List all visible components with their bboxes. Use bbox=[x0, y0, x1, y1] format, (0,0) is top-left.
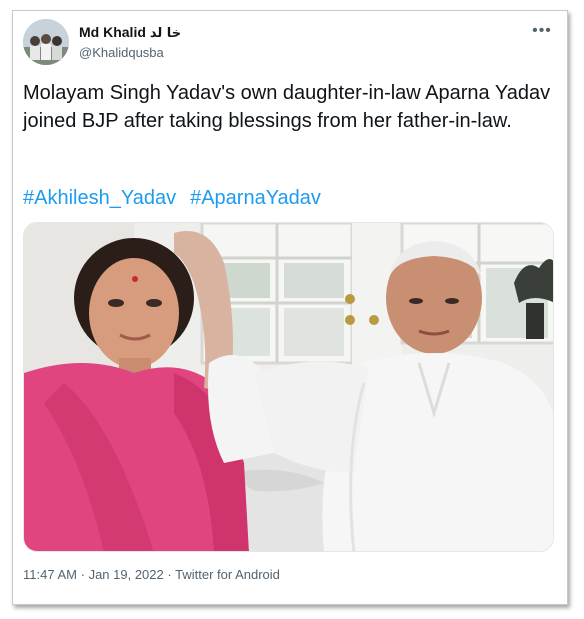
meta-separator-2: · bbox=[167, 567, 172, 582]
meta-separator: · bbox=[80, 567, 85, 582]
more-options-button[interactable]: ••• bbox=[529, 21, 555, 43]
tweet-header: Md Khalid خا لد @Khalidqusba ••• bbox=[23, 19, 557, 67]
tweet-time[interactable]: 11:47 AM bbox=[23, 567, 77, 582]
photo-image bbox=[24, 223, 553, 551]
hashtag-aparna-yadav[interactable]: #AparnaYadav bbox=[190, 187, 321, 209]
ellipsis-icon: ••• bbox=[532, 22, 552, 39]
hashtag-row: #Akhilesh_Yadav #AparnaYadav bbox=[23, 184, 335, 212]
tweet-text: Molayam Singh Yadav's own daughter-in-la… bbox=[23, 82, 551, 132]
hashtag-akhilesh-yadav[interactable]: #Akhilesh_Yadav bbox=[23, 187, 176, 209]
display-name[interactable]: Md Khalid bbox=[79, 24, 146, 40]
user-handle[interactable]: @Khalidqusba bbox=[79, 45, 164, 60]
display-name-urdu[interactable]: خا لد bbox=[150, 26, 181, 41]
avatar[interactable] bbox=[23, 19, 69, 65]
tweet-meta: 11:47 AM · Jan 19, 2022 · Twitter for An… bbox=[23, 567, 280, 582]
tweet-source[interactable]: Twitter for Android bbox=[175, 567, 280, 582]
tweet-photo[interactable] bbox=[23, 222, 554, 552]
name-row: Md Khalid خا لد bbox=[79, 24, 181, 42]
avatar-image bbox=[23, 19, 69, 65]
tweet-card: Md Khalid خا لد @Khalidqusba ••• Molayam … bbox=[12, 10, 568, 605]
tweet-date[interactable]: Jan 19, 2022 bbox=[89, 567, 164, 582]
